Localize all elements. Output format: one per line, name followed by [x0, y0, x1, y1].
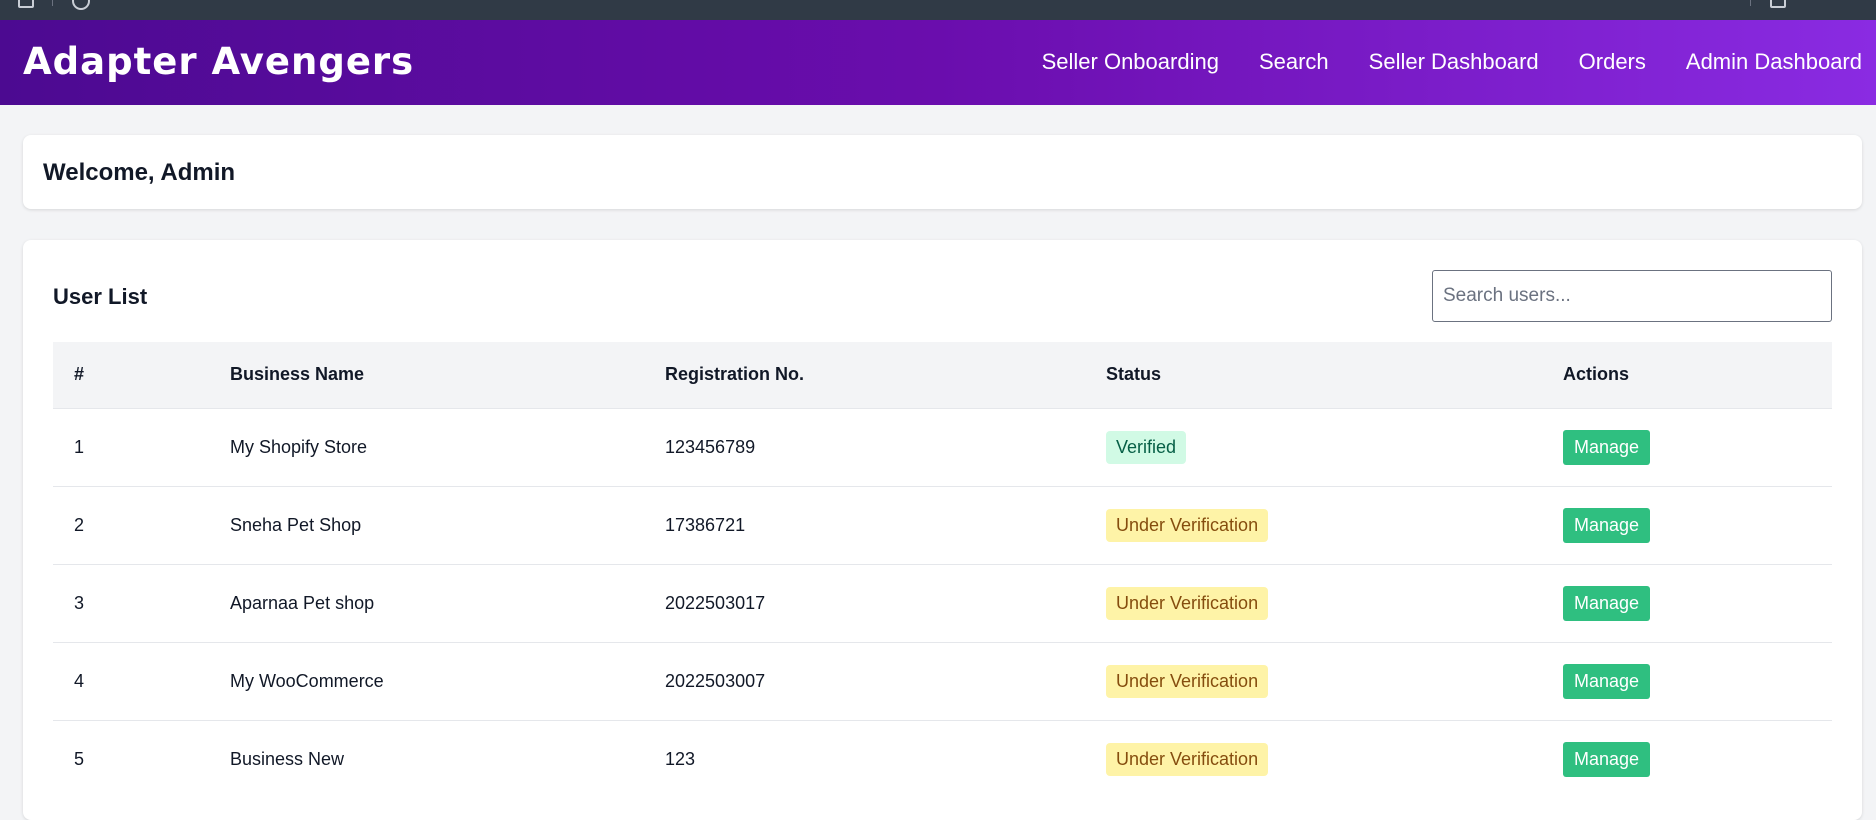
nav-link-orders[interactable]: Orders [1579, 48, 1646, 76]
column-header-registration-no: Registration No. [644, 342, 1085, 408]
window-icon[interactable] [1770, 0, 1786, 8]
manage-button[interactable]: Manage [1563, 663, 1651, 699]
row-number: 4 [53, 641, 209, 720]
registration-number: 123456789 [644, 407, 1085, 486]
actions-cell: Manage [1542, 641, 1832, 720]
actions-cell: Manage [1542, 407, 1832, 486]
actions-cell: Manage [1542, 485, 1832, 564]
search-users-input[interactable] [1432, 270, 1832, 322]
manage-button[interactable]: Manage [1563, 741, 1651, 777]
welcome-card: Welcome, Admin [23, 135, 1862, 209]
table-row: 5 Business New 123 Under Verification Ma… [53, 719, 1832, 798]
welcome-title: Welcome, Admin [43, 159, 236, 186]
business-name: My WooCommerce [209, 641, 644, 720]
actions-cell: Manage [1542, 719, 1832, 798]
nav-link-seller-dashboard[interactable]: Seller Dashboard [1369, 48, 1539, 76]
nav-link-search[interactable]: Search [1259, 48, 1329, 76]
status-badge: Under Verification [1106, 508, 1269, 542]
user-table: # Business Name Registration No. Status … [53, 342, 1832, 798]
column-header-number: # [53, 342, 209, 408]
brand-logo[interactable]: Adapter Avengers [23, 42, 414, 82]
manage-button[interactable]: Manage [1563, 429, 1651, 465]
nav-links: Seller Onboarding Search Seller Dashboar… [1042, 48, 1862, 76]
status-cell: Under Verification [1085, 563, 1542, 642]
column-header-business-name: Business Name [209, 342, 644, 408]
column-header-actions: Actions [1542, 342, 1832, 408]
top-navbar: Adapter Avengers Seller Onboarding Searc… [0, 20, 1876, 105]
table-row: 4 My WooCommerce 2022503007 Under Verifi… [53, 641, 1832, 720]
browser-separator [52, 0, 53, 6]
status-cell: Under Verification [1085, 641, 1542, 720]
status-cell: Under Verification [1085, 719, 1542, 798]
table-row: 2 Sneha Pet Shop 17386721 Under Verifica… [53, 485, 1832, 564]
nav-link-admin-dashboard[interactable]: Admin Dashboard [1686, 48, 1862, 76]
actions-cell: Manage [1542, 563, 1832, 642]
registration-number: 2022503007 [644, 641, 1085, 720]
table-row: 3 Aparnaa Pet shop 2022503017 Under Veri… [53, 563, 1832, 642]
registration-number: 123 [644, 719, 1085, 798]
row-number: 2 [53, 485, 209, 564]
browser-separator [1750, 0, 1751, 6]
browser-top-bar [0, 0, 1876, 20]
manage-button[interactable]: Manage [1563, 585, 1651, 621]
user-list-title: User List [53, 284, 148, 309]
registration-number: 17386721 [644, 485, 1085, 564]
table-header-row: # Business Name Registration No. Status … [53, 342, 1832, 408]
status-cell: Verified [1085, 407, 1542, 486]
manage-button[interactable]: Manage [1563, 507, 1651, 543]
nav-link-seller-onboarding[interactable]: Seller Onboarding [1042, 48, 1219, 76]
row-number: 5 [53, 719, 209, 798]
table-row: 1 My Shopify Store 123456789 Verified Ma… [53, 407, 1832, 486]
user-list-card: User List # Business Name Registration N… [23, 240, 1862, 820]
status-cell: Under Verification [1085, 485, 1542, 564]
business-name: Aparnaa Pet shop [209, 563, 644, 642]
site-info-icon[interactable] [72, 0, 90, 10]
status-badge: Verified [1106, 430, 1187, 464]
row-number: 1 [53, 407, 209, 486]
status-badge: Under Verification [1106, 664, 1269, 698]
column-header-status: Status [1085, 342, 1542, 408]
apps-grid-icon[interactable] [18, 0, 34, 8]
registration-number: 2022503017 [644, 563, 1085, 642]
status-badge: Under Verification [1106, 742, 1269, 776]
business-name: My Shopify Store [209, 407, 644, 486]
business-name: Business New [209, 719, 644, 798]
row-number: 3 [53, 563, 209, 642]
status-badge: Under Verification [1106, 586, 1269, 620]
business-name: Sneha Pet Shop [209, 485, 644, 564]
